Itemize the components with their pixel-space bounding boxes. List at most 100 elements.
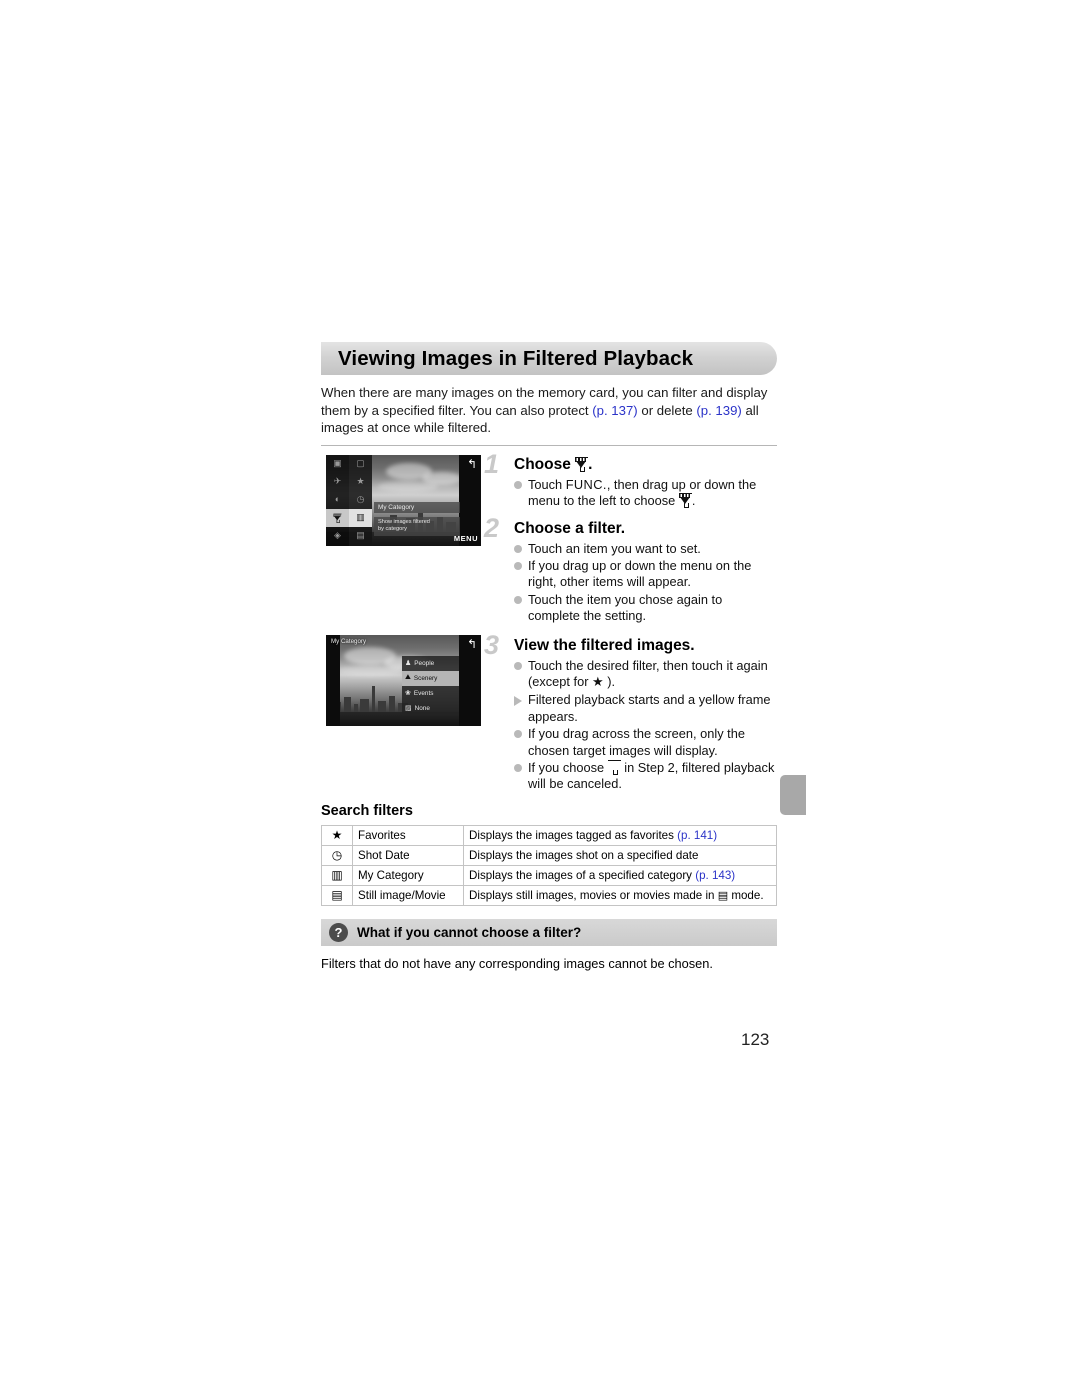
func-item-icon[interactable]: ✈: [326, 473, 349, 491]
filter-name: Favorites: [352, 824, 464, 846]
table-row: ▤ Still image/Movie Displays still image…: [321, 884, 777, 906]
step-3: 3 View the filtered images. Touch the de…: [484, 631, 777, 793]
step-1: 1 Choose . Touch FUNC., then drag up or …: [484, 450, 777, 510]
section-header: Viewing Images in Filtered Playback: [321, 342, 777, 375]
category-item-label: People: [414, 659, 435, 667]
bullet-triangle-icon: [514, 696, 522, 707]
filter-funnel-icon: [333, 513, 342, 523]
category-item-label: Scenery: [413, 674, 438, 682]
desc-text: Displays the images shot on a specified …: [469, 848, 699, 862]
search-filters-table: ★ Favorites Displays the images tagged a…: [321, 824, 777, 906]
func-item-icon[interactable]: ◐: [326, 491, 349, 509]
bullet-text: If you choose: [528, 760, 608, 776]
events-icon: ❀: [405, 690, 411, 698]
func-item-icon[interactable]: ▢: [349, 455, 372, 473]
page-edge-tab: [780, 775, 806, 815]
filter-name: My Category: [352, 864, 464, 886]
bullet-dot-icon: [514, 544, 522, 553]
func-tip-title: My Category: [374, 501, 460, 513]
bullet-dot-icon: [514, 562, 522, 570]
callout-title: What if you cannot choose a filter?: [357, 924, 582, 940]
category-filter-menu[interactable]: ♟ People ⛰ Scenery ❀ Events ▨ None: [402, 655, 459, 716]
filter-funnel-icon: [575, 456, 589, 472]
bullet-item-result: Filtered playback starts and a yellow fr…: [514, 692, 777, 725]
step-title: Choose .: [514, 455, 777, 475]
category-item-label: None: [414, 704, 430, 712]
page-reference-137[interactable]: (p. 137): [592, 403, 637, 418]
manual-page-content: Viewing Images in Filtered Playback When…: [321, 342, 777, 972]
lcd-title-label: My Category: [331, 637, 367, 645]
callout-header: ? What if you cannot choose a filter?: [321, 918, 777, 946]
figures-column: ▣ ✈ ◐ ◈ ▢ ★ ◷ ▥ ▤ My Category Show image…: [326, 454, 481, 726]
func-menu-column-left[interactable]: ▣ ✈ ◐ ◈: [326, 454, 349, 546]
bullet-text: .: [691, 493, 696, 509]
filter-description: Displays still images, movies or movies …: [463, 884, 777, 906]
category-icon: ▥: [321, 864, 353, 886]
bullet-text: ).: [603, 674, 616, 690]
page-reference-139[interactable]: (p. 139): [696, 403, 741, 418]
bullet-text: Touch an item you want to set.: [528, 540, 701, 556]
func-item-my-category-selected[interactable]: ▥: [349, 508, 372, 527]
table-row: ◷ Shot Date Displays the images shot on …: [321, 844, 777, 866]
func-tip-description: Show images filtered by category: [374, 516, 460, 536]
scenery-icon: ⛰: [405, 674, 411, 682]
bullet-item: If you choose in Step 2, filtered playba…: [514, 760, 777, 793]
page-reference-141[interactable]: (p. 141): [677, 829, 717, 842]
step-title-suffix: .: [588, 455, 593, 473]
category-item-none[interactable]: ▨ None: [402, 701, 459, 716]
bullet-text: If you drag up or down the menu on the r…: [528, 558, 752, 590]
category-item-label: Events: [413, 689, 434, 697]
bullet-item: If you drag up or down the menu on the r…: [514, 558, 777, 591]
movie-mode-icon: ▤: [717, 888, 729, 902]
return-arrow-icon[interactable]: ↰: [467, 638, 477, 650]
func-item-icon[interactable]: ▣: [326, 455, 349, 473]
step-title: View the filtered images.: [514, 636, 695, 654]
category-item-people[interactable]: ♟ People: [402, 656, 459, 671]
cloud-shape: [338, 665, 402, 676]
tip-line-2: by category: [378, 526, 407, 533]
camera-screen-func-menu: ▣ ✈ ◐ ◈ ▢ ★ ◷ ▥ ▤ My Category Show image…: [326, 454, 481, 546]
category-item-scenery[interactable]: ⛰ Scenery: [402, 670, 459, 686]
bullet-dot-icon: [514, 661, 522, 670]
bullet-dot-icon: [514, 730, 522, 739]
func-item-still-movie-icon[interactable]: ▤: [349, 527, 372, 545]
menu-button[interactable]: MENU: [454, 534, 478, 543]
filter-description: Displays the images of a specified categ…: [463, 864, 777, 886]
step-number: 3: [484, 629, 500, 660]
bullet-item: Touch FUNC., then drag up or down the me…: [514, 477, 777, 510]
filter-funnel-icon: [678, 493, 692, 509]
intro-text-2: or delete: [637, 402, 697, 418]
bullet-text: Touch the item you chose again to comple…: [528, 591, 723, 624]
desc-text: Displays the images tagged as favorites: [469, 828, 678, 842]
step-number: 1: [484, 448, 500, 479]
page-number: 123: [741, 1030, 770, 1049]
func-item-filter-selected[interactable]: [326, 508, 349, 527]
desc-text: Displays the images of a specified categ…: [469, 868, 696, 882]
steps-text-column: 1 Choose . Touch FUNC., then drag up or …: [484, 450, 777, 793]
clock-icon: ◷: [321, 844, 353, 866]
func-item-icon[interactable]: ◈: [326, 527, 349, 545]
table-row: ★ Favorites Displays the images tagged a…: [321, 824, 777, 846]
bullet-text: If you drag across the screen, only the …: [528, 726, 745, 758]
func-menu-column-right[interactable]: ▢ ★ ◷ ▥ ▤: [349, 454, 372, 546]
return-arrow-icon[interactable]: ↰: [467, 458, 477, 470]
page-reference-143[interactable]: (p. 143): [695, 869, 735, 882]
func-item-star-icon[interactable]: ★: [349, 473, 372, 491]
step-2: 2 Choose a filter. Touch an item you wan…: [484, 514, 777, 625]
step-title: Choose a filter.: [514, 519, 626, 537]
step-bullets: Touch an item you want to set. If you dr…: [514, 541, 777, 625]
cloud-shape: [378, 480, 438, 492]
step-number: 2: [484, 512, 500, 543]
bullet-dot-icon: [514, 480, 522, 489]
callout-body: Filters that do not have any correspondi…: [321, 955, 713, 971]
bullet-item: If you drag across the screen, only the …: [514, 726, 777, 759]
category-item-events[interactable]: ❀ Events: [402, 686, 459, 701]
lcd-left-panel: [326, 634, 340, 726]
search-filters-heading: Search filters: [321, 802, 413, 819]
bullet-dot-icon: [514, 764, 522, 773]
intro-paragraph: When there are many images on the memory…: [321, 384, 777, 437]
filter-description: Displays the images shot on a specified …: [463, 844, 777, 866]
bullet-item: Touch the desired filter, then touch it …: [514, 658, 777, 692]
func-item-clock-icon[interactable]: ◷: [349, 491, 372, 509]
horizontal-divider: [321, 444, 777, 446]
